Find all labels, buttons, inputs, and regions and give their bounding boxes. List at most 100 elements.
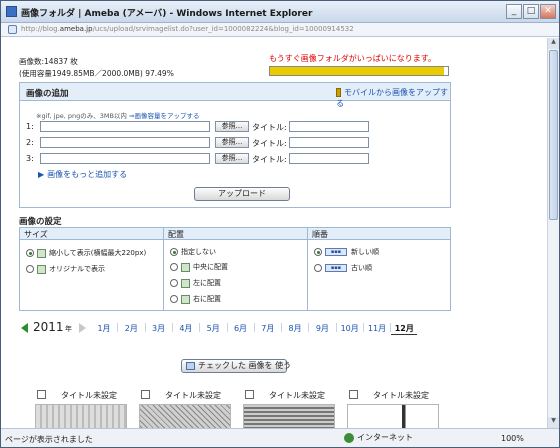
image-card: タイトル未設定 — [243, 390, 345, 428]
month-tab[interactable]: 8月 — [282, 323, 308, 334]
order-option-label: 新しい順 — [351, 248, 379, 256]
formats-note-text: ※gif, jpe, pngのみ、3MB以内 — [36, 112, 127, 120]
scrollbar-thumb[interactable] — [549, 50, 558, 220]
image-checkbox[interactable] — [245, 390, 254, 399]
add-more-label: 画像をもっと追加する — [47, 170, 128, 179]
align-option-none[interactable]: 指定しない — [170, 247, 216, 257]
radio-icon[interactable] — [170, 263, 178, 271]
upload-button[interactable]: アップロード — [194, 187, 290, 201]
month-tab[interactable]: 7月 — [255, 323, 281, 334]
capacity-warning: もうすぐ画像フォルダがいっぱいになります。 — [269, 54, 436, 63]
month-tab[interactable]: 3月 — [146, 323, 172, 334]
scroll-up-arrow-icon[interactable]: ▲ — [548, 38, 559, 49]
align-center-icon — [181, 262, 190, 272]
radio-selected-icon[interactable] — [314, 248, 322, 256]
address-url[interactable]: http://blog.ameba.jp/ucs/upload/srvimage… — [21, 25, 354, 33]
image-title: タイトル未設定 — [61, 391, 117, 400]
image-thumbnail[interactable] — [139, 404, 231, 428]
title-input[interactable] — [289, 137, 369, 148]
browse-button[interactable]: 参照... — [215, 137, 249, 148]
image-checkbox[interactable] — [37, 390, 46, 399]
minimize-button[interactable]: _ — [506, 4, 522, 19]
order-option-newest[interactable]: ▪▪▪ 新しい順 — [314, 247, 379, 257]
order-option-label: 古い順 — [351, 264, 372, 272]
size-option-label: オリジナルで表示 — [49, 265, 105, 273]
image-thumbnail[interactable] — [35, 404, 127, 428]
month-tab[interactable]: 9月 — [309, 323, 335, 334]
title-input[interactable] — [289, 121, 369, 132]
previous-year-arrow-icon[interactable] — [21, 323, 28, 333]
maximize-button[interactable]: □ — [523, 4, 539, 19]
image-thumbnail[interactable] — [347, 404, 439, 428]
image-add-section: 画像の追加 モバイルから画像をアップする ※gif, jpe, pngのみ、3M… — [19, 82, 451, 208]
capacity-upgrade-link[interactable]: ⇒画像容量をアップする — [129, 112, 199, 120]
title-input[interactable] — [289, 153, 369, 164]
use-checked-images-button[interactable]: チェックした 画像を 使う — [181, 359, 291, 373]
month-tab[interactable]: 4月 — [173, 323, 199, 334]
radio-icon[interactable] — [170, 295, 178, 303]
align-option-label: 右に配置 — [193, 295, 221, 303]
image-checkbox[interactable] — [349, 390, 358, 399]
title-label: タイトル: — [252, 123, 287, 132]
image-thumb-icon — [37, 264, 46, 274]
month-tab[interactable]: 1月 — [91, 323, 117, 334]
address-bar[interactable]: http://blog.ameba.jp/ucs/upload/srvimage… — [1, 23, 559, 37]
zone-label: インターネット — [357, 433, 413, 442]
use-checked-label: チェックした 画像を 使う — [198, 361, 292, 370]
align-option-center[interactable]: 中央に配置 — [170, 262, 228, 272]
file-path-input[interactable] — [40, 153, 210, 164]
image-thumbnail[interactable] — [243, 404, 335, 428]
align-right-icon — [181, 294, 190, 304]
vertical-scrollbar[interactable]: ▲ ▼ — [547, 38, 559, 428]
mobile-upload-label: モバイルから画像をアップする — [336, 88, 448, 108]
size-column: サイズ 縮小して表示(横幅最大220px) オリジナルで表示 — [20, 228, 164, 310]
upload-row-number: 2: — [26, 138, 34, 147]
size-option-label: 縮小して表示(横幅最大220px) — [49, 249, 147, 257]
align-option-label: 左に配置 — [193, 279, 221, 287]
align-option-left[interactable]: 左に配置 — [170, 278, 221, 288]
image-count: 画像数:14837 枚 — [19, 57, 78, 66]
title-bar: 画像フォルダ | Ameba (アメーバ) - Windows Internet… — [1, 1, 559, 23]
page-content: 画像数:14837 枚 (使用容量1949.85MB／2000.0MB) 97.… — [1, 38, 547, 428]
order-option-oldest[interactable]: ▪▪▪ 古い順 — [314, 263, 372, 273]
month-tab[interactable]: 2月 — [118, 323, 144, 334]
usage-text: (使用容量1949.85MB／2000.0MB) 97.49% — [19, 69, 174, 78]
month-tab[interactable]: 5月 — [200, 323, 226, 334]
radio-icon[interactable] — [170, 279, 178, 287]
globe-icon — [344, 432, 354, 443]
image-thumb-icon — [37, 248, 46, 258]
image-checkbox[interactable] — [141, 390, 150, 399]
image-card: タイトル未設定 — [139, 390, 241, 428]
browse-button[interactable]: 参照... — [215, 153, 249, 164]
size-option-shrink[interactable]: 縮小して表示(横幅最大220px) — [26, 248, 146, 258]
year-suffix: 年 — [65, 325, 72, 333]
browse-button[interactable]: 参照... — [215, 121, 249, 132]
zoom-level[interactable]: 100% — [501, 434, 524, 443]
image-title: タイトル未設定 — [165, 391, 221, 400]
settings-title: 画像の設定 — [19, 217, 62, 227]
file-path-input[interactable] — [40, 121, 210, 132]
status-text: ページが表示されました — [5, 435, 93, 444]
radio-selected-icon[interactable] — [26, 249, 34, 257]
radio-selected-icon[interactable] — [170, 248, 178, 256]
align-left-icon — [181, 278, 190, 288]
month-tab[interactable]: 10月 — [337, 323, 363, 334]
url-path: /ucs/upload/srvimagelist.do?user_id=1000… — [92, 25, 354, 33]
status-bar: ページが表示されました インターネット 100% — [1, 428, 559, 447]
align-option-label: 指定しない — [181, 248, 216, 256]
radio-icon[interactable] — [26, 265, 34, 273]
close-button[interactable]: ✕ — [540, 4, 556, 19]
mobile-upload-link[interactable]: モバイルから画像をアップする — [336, 87, 450, 109]
month-tab[interactable]: 6月 — [228, 323, 254, 334]
url-prefix: http://blog. — [21, 25, 60, 33]
month-tab[interactable]: 11月 — [364, 323, 390, 334]
capacity-bar — [269, 66, 449, 76]
size-option-original[interactable]: オリジナルで表示 — [26, 264, 105, 274]
radio-icon[interactable] — [314, 264, 322, 272]
window-title: 画像フォルダ | Ameba (アメーバ) - Windows Internet… — [21, 9, 313, 19]
align-option-right[interactable]: 右に配置 — [170, 294, 221, 304]
add-more-link[interactable]: ▶ 画像をもっと追加する — [38, 169, 127, 180]
file-path-input[interactable] — [40, 137, 210, 148]
scroll-down-arrow-icon[interactable]: ▼ — [548, 417, 559, 428]
month-tab[interactable]: 12月 — [391, 323, 418, 335]
